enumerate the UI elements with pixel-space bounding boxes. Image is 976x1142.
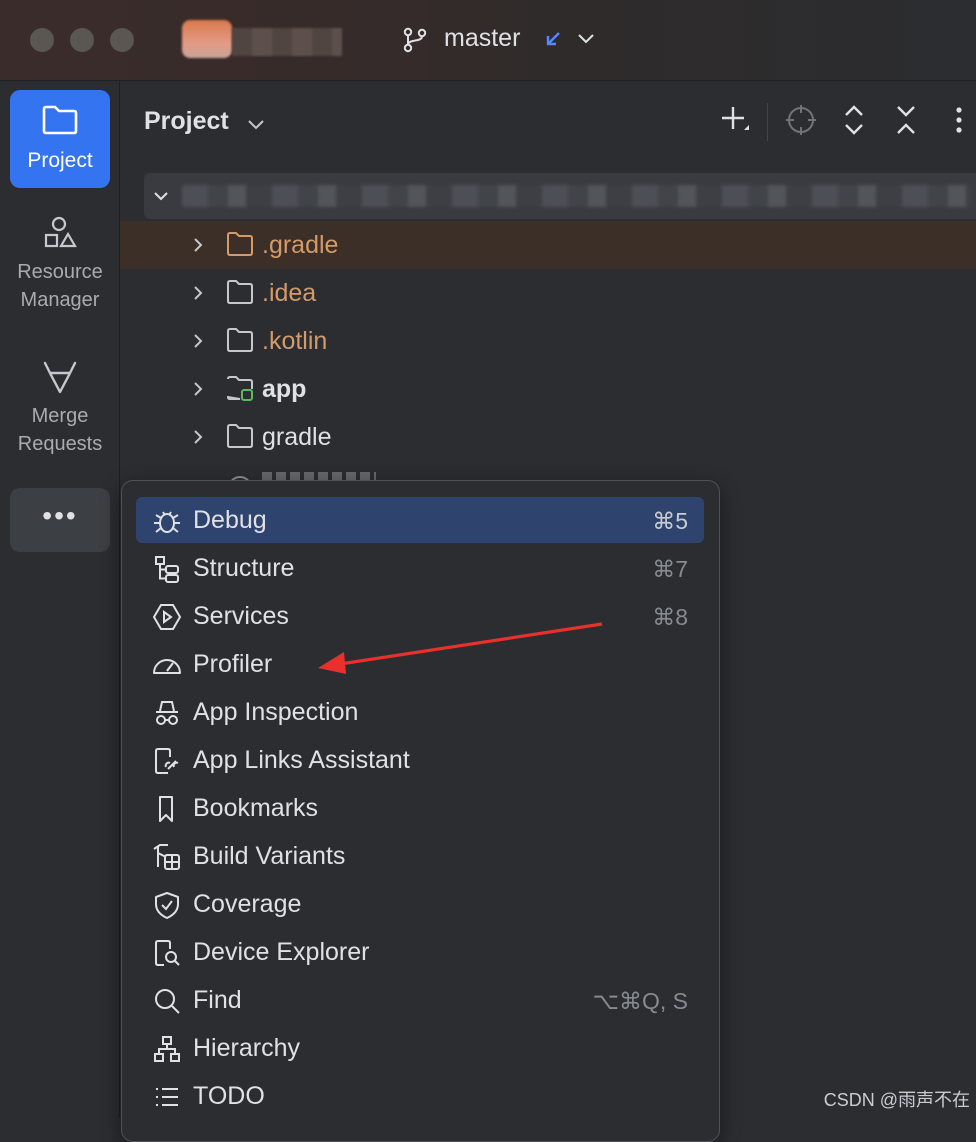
menu-item-label: Services <box>193 602 289 630</box>
chevron-down-icon[interactable] <box>152 187 170 205</box>
menu-item-build-variants[interactable]: Build Variants <box>136 833 704 879</box>
expand-all-icon[interactable] <box>837 103 871 137</box>
menu-item-app-links-assistant[interactable]: App Links Assistant <box>136 737 704 783</box>
menu-item-shortcut: ⌘7 <box>652 556 688 582</box>
menu-item-hierarchy[interactable]: Hierarchy <box>136 1025 704 1071</box>
services-icon <box>152 604 182 630</box>
menu-item-label: TODO <box>193 1082 265 1110</box>
device-search-icon <box>155 940 180 966</box>
folder-icon <box>42 105 78 135</box>
annotation-arrow <box>318 622 603 674</box>
module-folder-icon <box>226 376 253 401</box>
tool-resource-manager-label: Resource Manager <box>17 261 103 311</box>
locate-icon[interactable] <box>784 103 818 137</box>
menu-item-bookmarks[interactable]: Bookmarks <box>136 785 704 831</box>
tree-item-label: .kotlin <box>262 327 328 355</box>
menu-item-label: App Inspection <box>193 698 359 726</box>
chevron-right-icon[interactable] <box>190 380 206 398</box>
menu-item-label: Structure <box>193 554 295 582</box>
watermark-text: CSDN @雨声不在 <box>823 1090 970 1110</box>
project-name-redacted[interactable] <box>232 28 342 56</box>
menu-item-label: Build Variants <box>193 842 346 870</box>
tree-item-gradle-hidden[interactable]: .gradle <box>120 221 976 269</box>
more-options-icon[interactable] <box>942 103 976 137</box>
tree-item-label: gradle <box>262 423 332 451</box>
menu-item-shortcut: ⌘8 <box>652 604 688 630</box>
app-link-icon <box>155 748 179 774</box>
chevron-right-icon[interactable] <box>190 428 206 446</box>
git-branch-icon[interactable] <box>402 27 428 53</box>
gauge-icon <box>153 659 181 674</box>
tree-item-gradle[interactable]: gradle <box>120 413 976 461</box>
tree-item-kotlin[interactable]: .kotlin <box>120 317 976 365</box>
title-bar: master <box>0 0 976 81</box>
menu-item-app-inspection[interactable]: App Inspection <box>136 689 704 735</box>
menu-item-find[interactable]: Find ⌥⌘Q, S <box>136 977 704 1023</box>
branch-name[interactable]: master <box>444 24 520 53</box>
menu-item-label: Find <box>193 986 242 1014</box>
minimize-window-button[interactable] <box>70 28 94 52</box>
add-icon[interactable] <box>718 103 752 137</box>
panel-title[interactable]: Project <box>144 107 229 136</box>
menu-item-structure[interactable]: Structure ⌘7 <box>136 545 704 591</box>
folder-icon <box>227 424 253 448</box>
gitlab-icon <box>43 361 77 394</box>
tree-root-row[interactable] <box>144 173 976 219</box>
tree-item-idea[interactable]: .idea <box>120 269 976 317</box>
chevron-right-icon[interactable] <box>190 284 206 302</box>
menu-item-coverage[interactable]: Coverage <box>136 881 704 927</box>
tool-merge-requests-button[interactable]: Merge Requests <box>10 359 110 458</box>
structure-icon <box>155 556 179 583</box>
root-path-redacted <box>182 185 972 207</box>
tool-window-strip: Project Resource Manager Merge Requests … <box>0 81 120 1118</box>
tool-project-label: Project <box>27 149 93 172</box>
bug-icon <box>154 511 180 533</box>
chevron-down-icon[interactable] <box>246 117 266 133</box>
menu-item-label: App Links Assistant <box>193 746 410 774</box>
tool-resource-manager-button[interactable]: Resource Manager <box>10 215 110 314</box>
menu-item-device-explorer[interactable]: Device Explorer <box>136 929 704 975</box>
folder-icon <box>227 280 253 304</box>
menu-item-debug[interactable]: Debug ⌘5 <box>136 497 704 543</box>
more-dots-icon: ••• <box>42 500 78 531</box>
menu-item-label: Hierarchy <box>193 1034 300 1062</box>
hierarchy-icon <box>154 1036 180 1062</box>
zoom-window-button[interactable] <box>110 28 134 52</box>
tree-item-label: .idea <box>262 279 317 307</box>
toolbar-separator <box>767 103 768 141</box>
bookmark-icon <box>159 796 173 822</box>
shapes-icon <box>44 216 77 248</box>
chevron-right-icon[interactable] <box>190 332 206 350</box>
menu-item-label: Device Explorer <box>193 938 370 966</box>
build-variants-icon <box>153 844 180 870</box>
chevron-right-icon[interactable] <box>190 236 206 254</box>
close-window-button[interactable] <box>30 28 54 52</box>
list-icon <box>156 1088 178 1106</box>
tree-item-app[interactable]: app <box>120 365 976 413</box>
menu-item-shortcut: ⌘5 <box>652 508 688 534</box>
project-avatar[interactable] <box>182 20 232 58</box>
menu-item-label: Debug <box>193 506 267 534</box>
spy-icon <box>156 701 178 725</box>
menu-item-shortcut: ⌥⌘Q, S <box>592 988 688 1014</box>
menu-item-label: Profiler <box>193 650 273 678</box>
more-tool-windows-button[interactable]: ••• <box>10 488 110 552</box>
chevron-down-icon[interactable] <box>576 31 596 47</box>
menu-item-label: Coverage <box>193 890 302 918</box>
collapse-all-icon[interactable] <box>889 103 923 137</box>
folder-icon <box>227 232 253 256</box>
menu-item-label: Bookmarks <box>193 794 319 822</box>
tool-windows-popup: Debug ⌘5 Structure ⌘7 Services ⌘8 Profil… <box>121 480 720 1142</box>
menu-item-todo[interactable]: TODO <box>136 1073 704 1119</box>
tree-item-label: .gradle <box>262 231 339 259</box>
tree-item-label: app <box>262 375 307 403</box>
tool-project-button[interactable]: Project <box>10 90 110 188</box>
search-icon <box>155 989 180 1014</box>
folder-icon <box>227 328 253 352</box>
shield-check-icon <box>155 892 179 919</box>
tool-merge-requests-label: Merge Requests <box>17 405 103 455</box>
incoming-changes-icon <box>546 32 560 46</box>
